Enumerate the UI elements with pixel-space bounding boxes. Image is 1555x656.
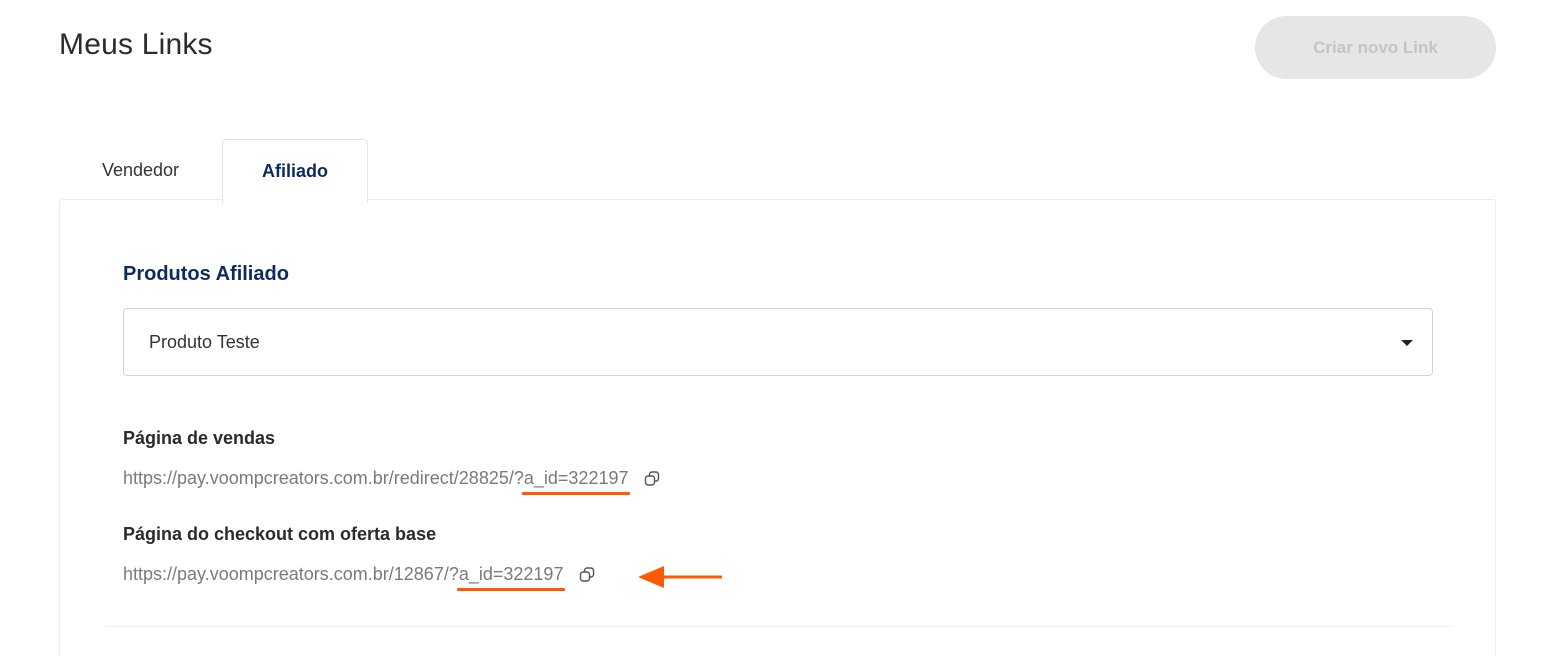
arrow-left-icon — [638, 566, 722, 588]
sales-page-label: Página de vendas — [123, 428, 276, 448]
tab-afiliado[interactable]: Afiliado — [222, 139, 368, 203]
product-select-value: Produto Teste — [149, 331, 260, 352]
checkout-page-url: https://pay.voompcreators.com.br/12867/?… — [123, 564, 597, 591]
page-title: Meus Links — [59, 28, 213, 61]
checkout-page-url-param: a_id=322197 — [456, 564, 566, 591]
affiliate-panel: Produtos Afiliado Produto Teste Página d… — [59, 199, 1496, 656]
checkout-page-url-prefix: https://pay.voompcreators.com.br/12867/? — [123, 564, 459, 584]
tab-vendedor[interactable]: Vendedor — [59, 139, 222, 201]
sales-page-url-prefix: https://pay.voompcreators.com.br/redirec… — [123, 468, 524, 488]
checkout-page-label: Página do checkout com oferta base — [123, 524, 437, 544]
sales-page-url: https://pay.voompcreators.com.br/redirec… — [123, 468, 662, 495]
chevron-down-icon — [1401, 340, 1413, 346]
sales-page-url-param: a_id=322197 — [521, 468, 631, 495]
product-select[interactable]: Produto Teste — [123, 308, 1433, 376]
copy-icon[interactable] — [642, 469, 662, 489]
section-title: Produtos Afiliado — [123, 263, 289, 285]
divider — [105, 626, 1452, 627]
create-link-button[interactable]: Criar novo Link — [1255, 16, 1496, 79]
copy-icon[interactable] — [577, 565, 597, 585]
tabs: Vendedor Afiliado — [59, 139, 459, 203]
